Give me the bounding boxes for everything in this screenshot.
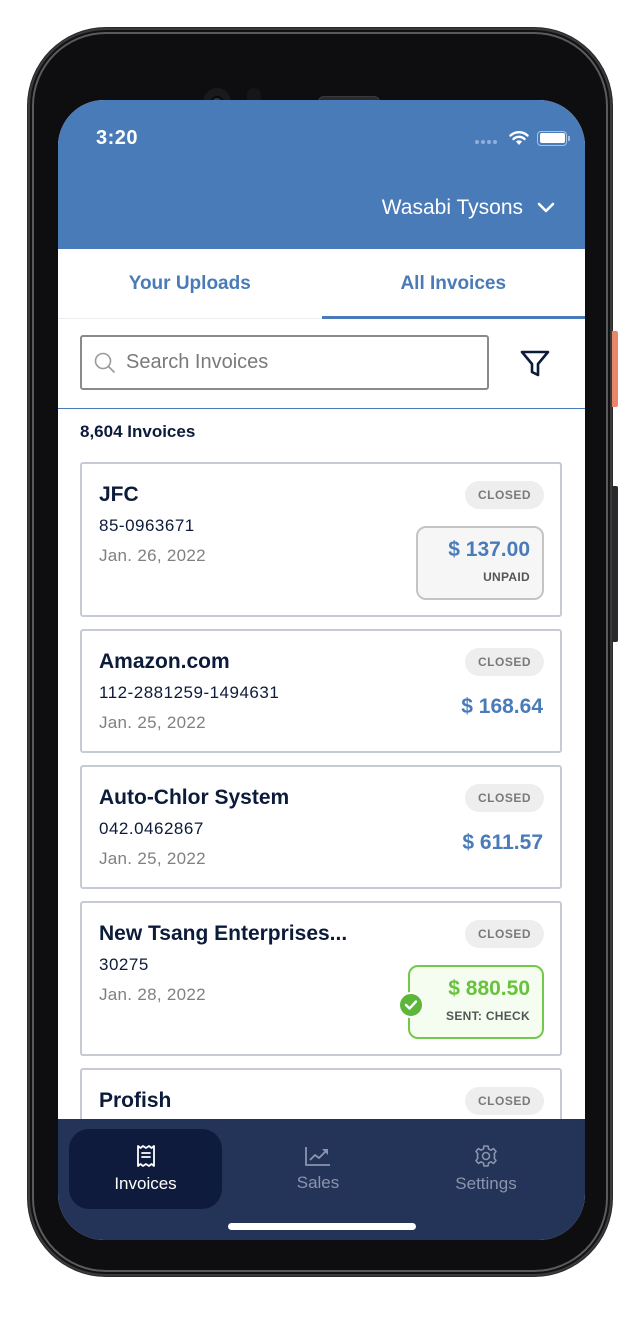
vendor-name: Profish xyxy=(99,1089,172,1112)
nav-sales[interactable]: Sales xyxy=(234,1129,402,1209)
nav-label: Settings xyxy=(455,1174,517,1193)
invoice-date: Jan. 25, 2022 xyxy=(99,849,206,868)
search-input[interactable] xyxy=(126,351,466,374)
invoice-card[interactable]: New Tsang Enterprises... 30275 Jan. 28, … xyxy=(80,901,562,1056)
invoice-date: Jan. 28, 2022 xyxy=(99,985,206,1004)
payment-status: UNPAID xyxy=(483,570,530,584)
app-header: 3:20 Wasabi Tysons xyxy=(58,100,585,249)
status-badge: CLOSED xyxy=(464,1087,544,1115)
chart-icon xyxy=(305,1147,330,1166)
chevron-down-icon xyxy=(537,202,555,213)
search-bar-row xyxy=(58,319,585,409)
volume-button xyxy=(612,486,618,642)
nav-settings[interactable]: Settings xyxy=(402,1129,570,1209)
location-name: Wasabi Tysons xyxy=(381,196,523,219)
tab-all-invoices[interactable]: All Invoices xyxy=(321,249,586,319)
invoice-card[interactable]: Amazon.com 112-2881259-1494631 Jan. 25, … xyxy=(80,629,562,753)
nav-invoices[interactable]: Invoices xyxy=(69,1129,222,1209)
vendor-name: Auto-Chlor System xyxy=(99,786,290,809)
invoice-card[interactable]: Auto-Chlor System 042.0462867 Jan. 25, 2… xyxy=(80,765,562,889)
invoice-number: 85-0963671 xyxy=(99,516,195,535)
invoice-date: Jan. 26, 2022 xyxy=(99,546,206,565)
home-indicator[interactable] xyxy=(228,1223,416,1230)
vendor-name: JFC xyxy=(99,483,139,506)
invoice-number: 30275 xyxy=(99,955,149,974)
amount-box-unpaid: $ 137.00 UNPAID xyxy=(416,526,544,600)
tab-your-uploads[interactable]: Your Uploads xyxy=(58,249,322,318)
invoice-card[interactable]: JFC 85-0963671 Jan. 26, 2022 CLOSED $ 13… xyxy=(80,462,562,617)
search-icon xyxy=(94,352,115,373)
nav-label: Sales xyxy=(296,1173,340,1192)
search-box xyxy=(80,335,489,390)
status-badge: CLOSED xyxy=(464,481,544,509)
vendor-name: Amazon.com xyxy=(99,650,230,673)
invoice-amount: $ 137.00 xyxy=(448,538,530,561)
invoice-number: 042.0462867 xyxy=(99,819,204,838)
invoice-amount: $ 611.57 xyxy=(462,831,543,854)
status-badge: CLOSED xyxy=(464,920,544,948)
battery-icon xyxy=(537,130,570,146)
signal-dots-icon xyxy=(475,140,497,144)
invoice-amount: $ 880.50 xyxy=(448,977,530,1000)
invoice-tabs: Your Uploads All Invoices xyxy=(58,249,585,319)
vendor-name: New Tsang Enterprises... xyxy=(99,922,348,945)
location-selector[interactable]: Wasabi Tysons xyxy=(382,196,555,220)
amount-box-paid: $ 880.50 SENT: CHECK xyxy=(408,965,544,1039)
invoice-number: 112-2881259-1494631 xyxy=(99,683,280,702)
status-badge: CLOSED xyxy=(464,784,544,812)
status-icons xyxy=(475,130,570,146)
payment-status: SENT: CHECK xyxy=(446,1009,530,1023)
gear-icon xyxy=(475,1145,497,1167)
wifi-icon xyxy=(509,131,529,145)
power-button xyxy=(612,331,618,407)
receipt-icon xyxy=(136,1145,155,1167)
invoice-count: 8,604 Invoices xyxy=(80,422,196,441)
bottom-navigation: Invoices Sales Settings xyxy=(58,1119,585,1240)
check-circle-icon xyxy=(398,992,424,1018)
app-screen: 3:20 Wasabi Tysons Your Uploads All Invo… xyxy=(58,100,585,1240)
invoice-amount: $ 168.64 xyxy=(461,695,543,718)
status-badge: CLOSED xyxy=(464,648,544,676)
status-time: 3:20 xyxy=(96,127,139,149)
invoice-date: Jan. 25, 2022 xyxy=(99,713,206,732)
filter-icon[interactable] xyxy=(519,347,551,379)
nav-label: Invoices xyxy=(114,1174,177,1193)
